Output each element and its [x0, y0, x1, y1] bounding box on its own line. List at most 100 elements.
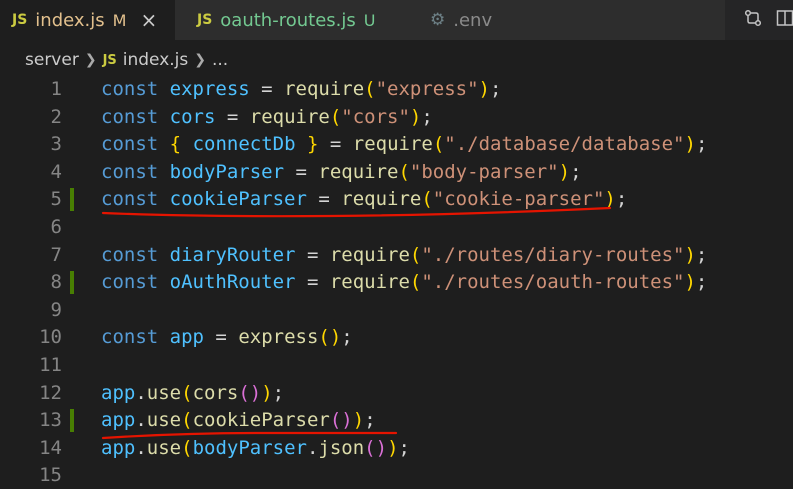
line-number: 14: [39, 437, 62, 459]
code-line[interactable]: 12 app.use(cors());: [0, 380, 793, 407]
code-token: =: [295, 244, 330, 266]
line-number: 13: [39, 409, 62, 431]
code-token: app: [101, 437, 136, 459]
code-token: require: [284, 78, 365, 100]
line-code: const cors = require("cors");: [101, 104, 433, 131]
code-line[interactable]: 10 const app = express();: [0, 324, 793, 351]
code-token: express: [169, 78, 250, 100]
code-token: ): [558, 161, 571, 183]
line-number: 3: [50, 133, 62, 155]
line-number: 11: [39, 354, 62, 376]
code-line[interactable]: 15: [0, 462, 793, 489]
code-token: ): [352, 409, 365, 431]
code-token: (: [329, 106, 342, 128]
code-line[interactable]: 7 const diaryRouter = require("./routes/d…: [0, 242, 793, 269]
code-token: (): [238, 382, 262, 404]
line-code: const cookieParser = require("cookie-par…: [101, 186, 627, 213]
line-number: 2: [50, 106, 62, 128]
code-token: ;: [570, 161, 582, 183]
breadcrumb-symbol[interactable]: ...: [212, 50, 228, 70]
code-token: ;: [421, 106, 433, 128]
line-number: 7: [50, 244, 62, 266]
javascript-file-icon: JS: [12, 12, 28, 28]
code-token: =: [249, 78, 285, 100]
code-token: ;: [364, 409, 376, 431]
code-token: .: [135, 409, 147, 431]
split-editor-icon[interactable]: [774, 6, 793, 30]
code-token: {: [169, 133, 182, 155]
line-number: 15: [39, 464, 62, 486]
tab-index-js[interactable]: JS index.js M ×: [0, 0, 175, 40]
code-token: ;: [695, 133, 708, 155]
code-token: .: [306, 437, 319, 459]
line-code: app.use(bodyParser.json());: [101, 435, 410, 462]
tab-label: index.js: [35, 9, 105, 31]
code-token: ;: [695, 271, 708, 293]
code-token: .: [135, 382, 147, 404]
line-code: app.use(cookieParser());: [101, 407, 376, 434]
code-token: cookieParser: [169, 188, 307, 210]
line-code: const express = require("express");: [101, 76, 501, 103]
code-token: const: [101, 106, 159, 128]
line-number: 8: [50, 271, 62, 293]
code-token: ): [684, 133, 696, 155]
code-token: (: [432, 133, 445, 155]
code-token: connectDb: [192, 133, 296, 155]
code-token: ): [409, 106, 422, 128]
code-token: (): [364, 437, 388, 459]
code-line[interactable]: 13 app.use(cookieParser());: [0, 407, 793, 434]
line-number: 5: [50, 188, 62, 210]
compare-changes-icon[interactable]: [742, 6, 764, 30]
tab-oauth-routes-js[interactable]: JS oauth-routes.js U: [175, 0, 395, 40]
code-line[interactable]: 2 const cors = require("cors");: [0, 104, 793, 131]
code-token: }: [306, 133, 319, 155]
line-number: 6: [50, 216, 62, 238]
code-token: use: [146, 437, 182, 459]
code-token: (: [181, 409, 193, 431]
code-token: const: [101, 271, 159, 293]
close-icon[interactable]: ×: [140, 8, 157, 32]
code-token: (: [409, 244, 422, 266]
code-token: ;: [615, 188, 628, 210]
code-token: const: [101, 161, 159, 183]
code-token: (): [318, 326, 342, 348]
breadcrumb-file[interactable]: index.js: [123, 50, 189, 70]
code-line[interactable]: 4 const bodyParser = require("body-parser…: [0, 159, 793, 186]
breadcrumb: server ❯ JS index.js ❯ ...: [0, 40, 793, 80]
code-line[interactable]: 8 const oAuthRouter = require("./routes/o…: [0, 269, 793, 296]
tab-label: oauth-routes.js: [220, 9, 356, 31]
code-line[interactable]: 6: [0, 214, 793, 241]
untracked-indicator: U: [363, 10, 376, 30]
code-token: "./database/database": [444, 133, 685, 155]
code-token: const: [101, 326, 159, 348]
code-token: const: [101, 244, 159, 266]
code-token: cors: [169, 106, 216, 128]
code-token: ): [604, 188, 616, 210]
code-token: ): [684, 271, 696, 293]
code-token: json: [318, 437, 365, 459]
git-modified-gutter-marker[interactable]: [70, 271, 74, 294]
code-editor[interactable]: 1 const express = require("express"); 2 con…: [0, 76, 793, 488]
code-token: (: [398, 161, 410, 183]
code-token: express: [238, 326, 319, 348]
code-line[interactable]: 3 const { connectDb } = require("./databa…: [0, 131, 793, 158]
line-code: const bodyParser = require("body-parser"…: [101, 159, 582, 186]
git-modified-gutter-marker[interactable]: [70, 409, 74, 432]
code-line[interactable]: 1 const express = require("express");: [0, 76, 793, 103]
breadcrumb-folder[interactable]: server: [25, 50, 79, 70]
modified-indicator: M: [112, 10, 127, 30]
code-line[interactable]: 11: [0, 352, 793, 379]
tab-env[interactable]: ⚙ .env: [395, 0, 725, 40]
code-line[interactable]: 14 app.use(bodyParser.json());: [0, 435, 793, 462]
git-modified-gutter-marker[interactable]: [70, 188, 74, 211]
code-token: (: [364, 78, 376, 100]
code-token: "./routes/diary-routes": [421, 244, 685, 266]
code-line[interactable]: 9: [0, 297, 793, 324]
code-line[interactable]: 5 const cookieParser = require("cookie-pa…: [0, 186, 793, 213]
line-number: 12: [39, 382, 62, 404]
